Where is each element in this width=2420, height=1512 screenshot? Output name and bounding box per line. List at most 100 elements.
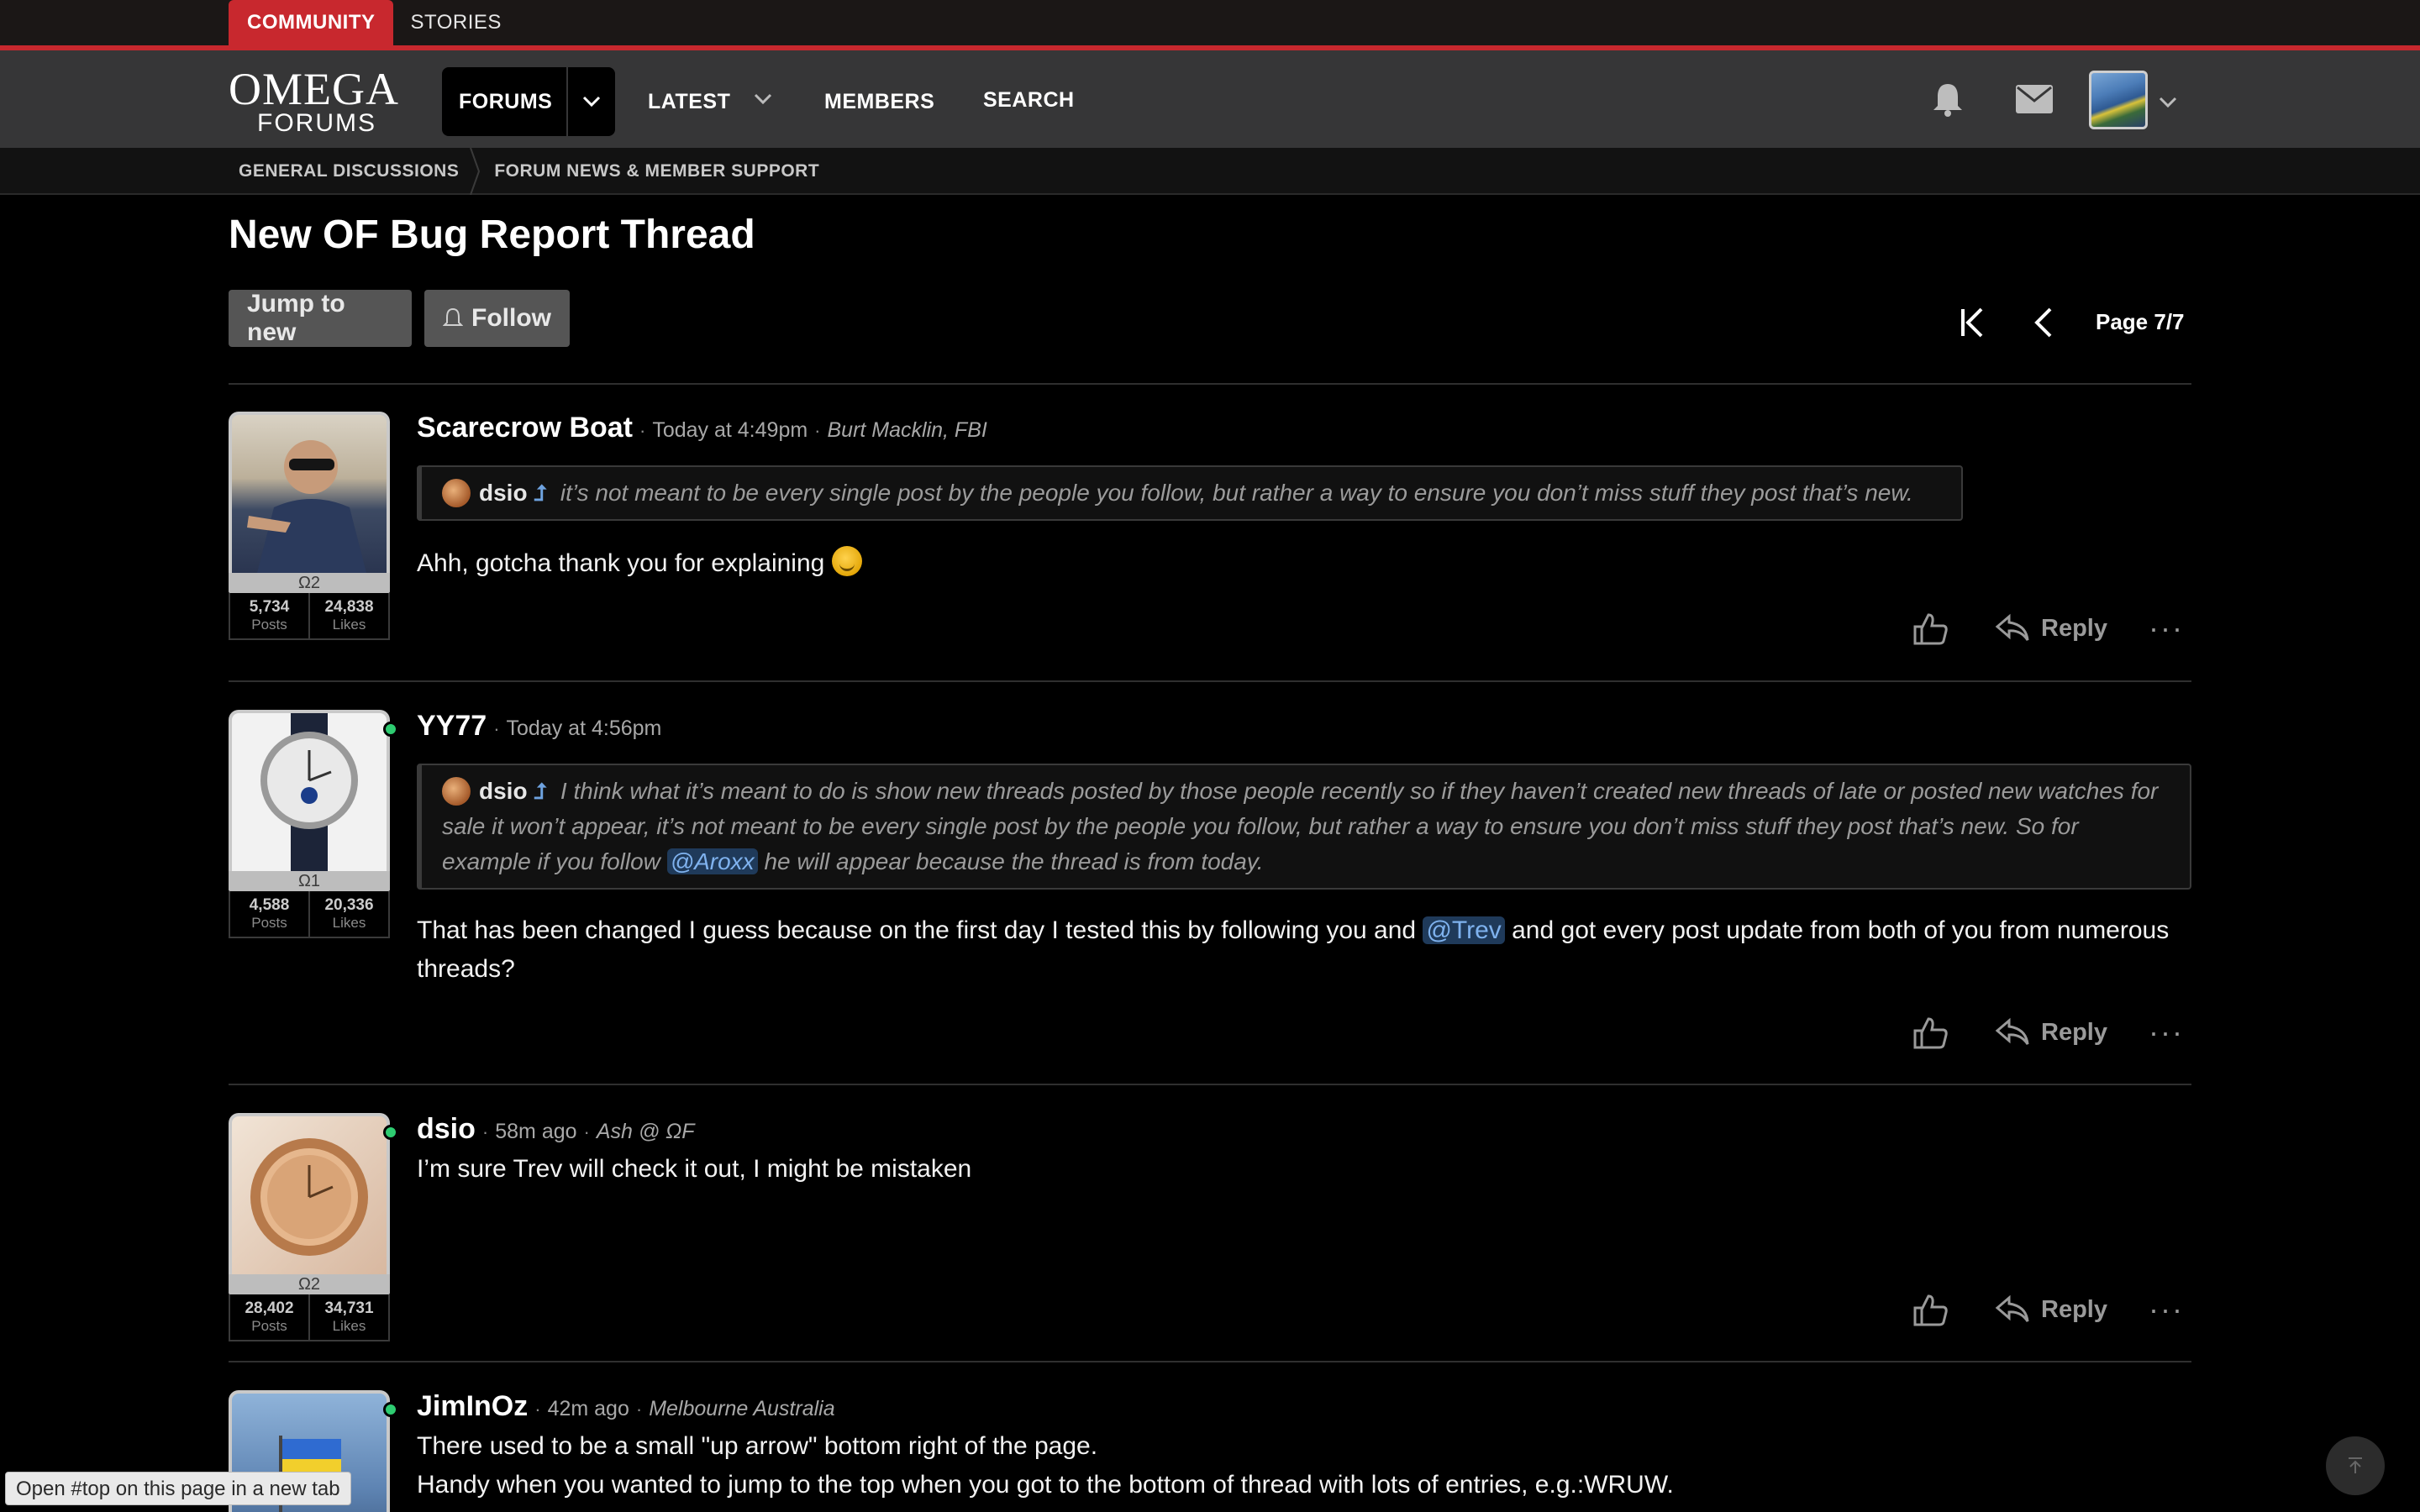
username[interactable]: YY77 — [417, 710, 487, 743]
post-time[interactable]: 58m ago — [495, 1120, 576, 1144]
thumbs-up-icon[interactable] — [1905, 1293, 1955, 1326]
quote-author-name: dsio — [479, 480, 528, 506]
thumbs-up-icon[interactable] — [1905, 1016, 1955, 1049]
separator-dot: · — [814, 420, 821, 441]
reply-button[interactable]: Reply — [1994, 613, 2107, 643]
posts-label: Posts — [251, 915, 287, 931]
nav-latest[interactable]: LATEST — [648, 67, 730, 136]
nav-forums-label: FORUMS — [459, 89, 553, 113]
post-header: Scarecrow Boat · Today at 4:49pm · Burt … — [417, 412, 987, 449]
online-indicator — [383, 1402, 398, 1417]
follow-button[interactable]: Follow — [424, 290, 570, 347]
post-body: I’m sure Trev will check it out, I might… — [417, 1150, 971, 1189]
more-options-icon[interactable]: ··· — [2141, 1017, 2191, 1047]
previous-page-icon[interactable] — [2032, 306, 2057, 344]
post-body-text: There used to be a small "up arrow" bott… — [417, 1432, 1098, 1460]
avatar[interactable] — [229, 1113, 390, 1274]
bell-icon[interactable] — [1931, 81, 1965, 122]
likes-count: 20,336 — [324, 896, 374, 914]
likes-label: Likes — [332, 617, 366, 633]
likes-label: Likes — [332, 915, 366, 931]
quote-author[interactable]: dsio ⮥ — [442, 475, 547, 511]
arrow-up-icon — [2349, 1457, 2362, 1473]
arrow-up-icon[interactable]: ⮥ — [534, 475, 547, 511]
reply-button[interactable]: Reply — [1994, 1017, 2107, 1047]
post-header: dsio · 58m ago · Ash @ ΩF — [417, 1113, 695, 1150]
user-rank-badge: Ω1 — [229, 871, 390, 891]
posts-label: Posts — [251, 617, 287, 633]
nav-members[interactable]: MEMBERS — [824, 67, 934, 136]
reply-button[interactable]: Reply — [1994, 1294, 2107, 1325]
scroll-to-top-button[interactable] — [2326, 1436, 2385, 1495]
mention-link[interactable]: @Aroxx — [666, 848, 758, 874]
breadcrumb-item-forum-news[interactable]: FORUM NEWS & MEMBER SUPPORT — [484, 161, 829, 181]
post-time[interactable]: Today at 4:49pm — [652, 418, 808, 443]
post-time[interactable]: 42m ago — [548, 1397, 629, 1421]
avatar[interactable] — [229, 412, 390, 573]
posts-count: 4,588 — [249, 896, 290, 914]
user-rank-badge: Ω2 — [229, 573, 390, 593]
mail-icon[interactable] — [2015, 84, 2054, 118]
more-options-icon[interactable]: ··· — [2141, 613, 2191, 643]
page-indicator: Page 7/7 — [2096, 309, 2185, 334]
divider — [229, 383, 2191, 385]
tab-community[interactable]: COMMUNITY — [229, 0, 394, 45]
nav-search[interactable]: SEARCH — [983, 66, 1075, 134]
first-page-icon[interactable] — [1958, 306, 1988, 344]
posts-count: 28,402 — [245, 1299, 294, 1317]
separator-dot: · — [583, 1121, 590, 1142]
post-avatar-block: Ω1 4,588 Posts 20,336 Likes — [229, 710, 398, 938]
breadcrumb-separator-icon — [469, 148, 484, 195]
mention-link[interactable]: @Trev — [1423, 916, 1505, 944]
posts-label: Posts — [251, 1318, 287, 1334]
user-stats: 28,402 Posts 34,731 Likes — [229, 1294, 390, 1341]
likes-label: Likes — [332, 1318, 366, 1334]
post: Ω1 4,588 Posts 20,336 Likes YY77 · Today a… — [229, 710, 2191, 1079]
jump-to-new-label: Jump to new — [247, 290, 345, 346]
post-header: JimInOz · 42m ago · Melbourne Australia — [417, 1390, 835, 1427]
arrow-up-icon[interactable]: ⮥ — [534, 774, 547, 809]
reply-icon — [1995, 1017, 2029, 1045]
posts-count: 5,734 — [249, 598, 290, 616]
top-strip: COMMUNITY STORIES — [0, 0, 2420, 45]
post-actions: Reply ··· — [1905, 1007, 2191, 1058]
page-title: New OF Bug Report Thread — [229, 213, 755, 257]
bell-icon — [443, 307, 463, 326]
reply-label: Reply — [2041, 614, 2107, 642]
post-body: Ahh, gotcha thank you for explaining — [417, 544, 862, 583]
quote-block: dsio ⮥ it’s not meant to be every single p… — [417, 465, 1963, 521]
username[interactable]: dsio — [417, 1113, 476, 1146]
grin-emoji-icon — [831, 546, 862, 576]
nav-forums[interactable]: FORUMS — [442, 67, 615, 136]
chevron-down-icon[interactable] — [2158, 96, 2178, 113]
chevron-down-icon[interactable] — [753, 92, 773, 110]
quote-author[interactable]: dsio ⮥ — [442, 774, 547, 809]
user-avatar[interactable] — [2089, 71, 2148, 129]
tab-stories[interactable]: STORIES — [393, 0, 518, 45]
divider — [229, 680, 2191, 682]
quote-avatar — [442, 479, 471, 507]
separator-dot: · — [534, 1399, 541, 1420]
username[interactable]: Scarecrow Boat — [417, 412, 633, 444]
user-title: Burt Macklin, FBI — [827, 418, 987, 442]
chevron-down-icon[interactable] — [568, 95, 615, 108]
reply-label: Reply — [2041, 1018, 2107, 1046]
status-tooltip: Open #top on this page in a new tab — [5, 1472, 351, 1505]
post-time[interactable]: Today at 4:56pm — [507, 717, 662, 741]
post: JimInOz · 42m ago · Melbourne Australia … — [229, 1390, 2191, 1512]
main-navbar: OMEGA FORUMS FORUMS LATEST MEMBERS SEARC… — [0, 50, 2420, 148]
reply-label: Reply — [2041, 1295, 2107, 1323]
post-header: YY77 · Today at 4:56pm — [417, 710, 661, 747]
reply-icon — [1995, 1294, 2029, 1322]
thumbs-up-icon[interactable] — [1905, 612, 1955, 645]
post-avatar-block: Ω2 5,734 Posts 24,838 Likes — [229, 412, 390, 640]
more-options-icon[interactable]: ··· — [2141, 1294, 2191, 1325]
post-body: That has been changed I guess because on… — [417, 911, 2191, 989]
site-logo[interactable]: OMEGA FORUMS — [229, 66, 398, 136]
avatar[interactable] — [229, 710, 390, 871]
username[interactable]: JimInOz — [417, 1390, 528, 1423]
breadcrumb-item-general[interactable]: GENERAL DISCUSSIONS — [229, 161, 469, 181]
quote-text: it’s not meant to be every single post b… — [560, 480, 1913, 506]
post: Ω2 5,734 Posts 24,838 Likes Scarecrow Boat… — [229, 412, 2191, 680]
jump-to-new-button[interactable]: Jump to new — [229, 290, 412, 347]
